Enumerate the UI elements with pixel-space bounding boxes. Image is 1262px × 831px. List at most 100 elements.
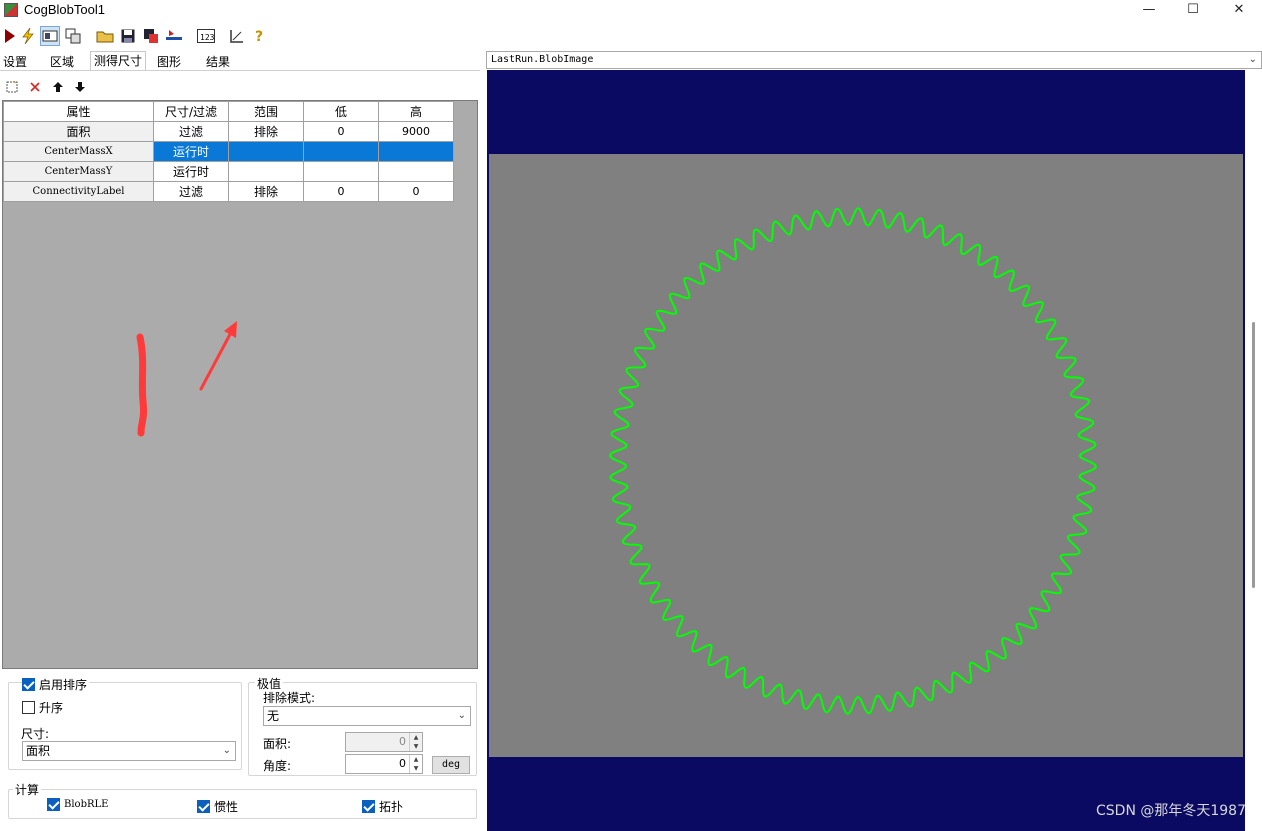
checkbox-box[interactable]: [47, 798, 60, 811]
area-stepper[interactable]: 0 ▲ ▼: [345, 732, 423, 752]
watermark: CSDN @那年冬天1987: [1096, 803, 1246, 819]
delete-icon[interactable]: [25, 77, 45, 97]
row-property: ConnectivityLabel: [3, 181, 154, 202]
topology-label: 拓扑: [379, 800, 404, 814]
header-low[interactable]: 低: [303, 101, 379, 122]
svg-text:123: 123: [200, 33, 215, 42]
chevron-down-icon: ⌄: [457, 710, 466, 721]
open-folder-icon[interactable]: [95, 26, 115, 46]
angle-label: 角度:: [263, 759, 292, 773]
vertical-scrollbar[interactable]: [1245, 70, 1262, 831]
extreme-group: 极值 排除模式: 无 ⌄ 面积: 0 ▲ ▼ 角度: 0 ▲ ▼ deg: [248, 675, 477, 776]
chevron-down-icon: ⌄: [222, 745, 231, 756]
row-low[interactable]: [303, 141, 379, 162]
move-up-icon[interactable]: [48, 77, 68, 97]
move-down-icon[interactable]: [70, 77, 90, 97]
ascending-label: 升序: [39, 701, 64, 715]
image-source-select[interactable]: LastRun.BlobImage ⌄: [486, 51, 1262, 69]
row-range[interactable]: [228, 141, 304, 162]
grid-toolbar: [0, 75, 478, 97]
row-range[interactable]: 排除: [228, 121, 304, 142]
tab-measured-sizes[interactable]: 测得尺寸: [90, 51, 147, 71]
row-low[interactable]: 0: [303, 181, 379, 202]
row-high[interactable]: 0: [378, 181, 454, 202]
chevron-down-icon: ⌄: [1248, 54, 1257, 65]
size-label: 尺寸:: [21, 727, 50, 741]
checkbox-box[interactable]: [22, 701, 35, 714]
reset-icon[interactable]: [164, 26, 184, 46]
table-row-selected[interactable]: CenterMassX 运行时: [3, 141, 454, 162]
header-size-filter[interactable]: 尺寸/过滤: [153, 101, 229, 122]
checkbox-box[interactable]: [22, 678, 35, 691]
row-high[interactable]: [378, 161, 454, 182]
row-range[interactable]: 排除: [228, 181, 304, 202]
compute-group-label: 计算: [13, 781, 42, 798]
measure-icon[interactable]: [227, 26, 247, 46]
size-select[interactable]: 面积 ⌄: [22, 741, 236, 761]
save-icon[interactable]: [118, 26, 138, 46]
app-icon: [4, 3, 18, 17]
row-mode[interactable]: 过滤: [153, 121, 229, 142]
row-high[interactable]: 9000: [378, 121, 454, 142]
row-low[interactable]: 0: [303, 121, 379, 142]
checkbox-box[interactable]: [362, 800, 375, 813]
table-row[interactable]: CenterMassY 运行时: [3, 161, 454, 182]
grid-header-row: 属性 尺寸/过滤 范围 低 高: [3, 101, 454, 122]
row-high[interactable]: [378, 141, 454, 162]
row-mode[interactable]: 过滤: [153, 181, 229, 202]
exclude-mode-select[interactable]: 无 ⌄: [263, 706, 471, 726]
add-row-icon[interactable]: [2, 77, 22, 97]
image-view-icon[interactable]: [40, 26, 60, 46]
row-property: CenterMassY: [3, 161, 154, 182]
run-icon[interactable]: [0, 26, 20, 46]
blob-boundary: [608, 207, 1098, 715]
area-value: 0: [399, 735, 406, 748]
exclude-mode-label: 排除模式:: [263, 691, 316, 705]
table-row[interactable]: 面积 过滤 排除 0 9000: [3, 121, 454, 142]
topology-checkbox[interactable]: 拓扑: [362, 798, 403, 815]
tab-settings[interactable]: 设置: [0, 53, 30, 71]
tab-graphics[interactable]: 图形: [154, 53, 184, 71]
exclude-mode-value: 无: [267, 709, 280, 723]
lightning-icon[interactable]: [18, 26, 38, 46]
close-button[interactable]: ✕: [1216, 0, 1262, 22]
row-range[interactable]: [228, 161, 304, 182]
deg-button[interactable]: deg: [432, 756, 470, 774]
image-display[interactable]: [487, 70, 1245, 831]
minimize-button[interactable]: —: [1126, 0, 1172, 22]
blob-image[interactable]: [489, 154, 1243, 757]
enable-sort-checkbox[interactable]: 启用排序: [22, 676, 90, 693]
row-property: 面积: [3, 121, 154, 142]
header-high[interactable]: 高: [378, 101, 454, 122]
title-bar: CogBlobTool1 — ☐ ✕: [0, 0, 1262, 22]
main-toolbar: 123 ?: [0, 23, 1262, 49]
header-property[interactable]: 属性: [3, 101, 154, 122]
row-low[interactable]: [303, 161, 379, 182]
row-mode[interactable]: 运行时: [153, 141, 229, 162]
help-icon[interactable]: ?: [250, 26, 270, 46]
tab-strip: 设置 区域 测得尺寸 图形 结果: [0, 51, 480, 71]
grid-side-area: [454, 101, 477, 668]
blobrle-label: BlobRLE: [64, 799, 109, 810]
angle-value: 0: [399, 757, 406, 770]
save-as-icon[interactable]: [141, 26, 161, 46]
tab-divider: [0, 70, 480, 71]
maximize-button[interactable]: ☐: [1170, 0, 1216, 22]
tab-region[interactable]: 区域: [47, 53, 77, 71]
inertia-checkbox[interactable]: 惯性: [197, 798, 238, 815]
spin-arrows-icon[interactable]: ▲ ▼: [409, 755, 422, 773]
spin-arrows-icon[interactable]: ▲ ▼: [409, 733, 422, 751]
row-mode[interactable]: 运行时: [153, 161, 229, 182]
scrollbar-thumb[interactable]: [1252, 322, 1255, 588]
header-range[interactable]: 范围: [228, 101, 304, 122]
angle-stepper[interactable]: 0 ▲ ▼: [345, 754, 423, 774]
numeric-icon[interactable]: 123: [196, 26, 216, 46]
area-label: 面积:: [263, 737, 292, 751]
blobrle-checkbox[interactable]: BlobRLE: [47, 798, 108, 811]
blob-outline-graphic: [608, 207, 1098, 715]
ascending-checkbox[interactable]: 升序: [22, 699, 63, 716]
windows-icon[interactable]: [63, 26, 83, 46]
checkbox-box[interactable]: [197, 800, 210, 813]
table-row[interactable]: ConnectivityLabel 过滤 排除 0 0: [3, 181, 454, 202]
tab-results[interactable]: 结果: [203, 53, 233, 71]
